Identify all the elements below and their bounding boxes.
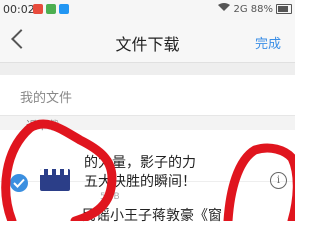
download-title-next: 民谣小王子蒋敦豪《窗 xyxy=(82,208,222,224)
notification-icon xyxy=(33,4,43,14)
download-title-line2: 五大决胜的瞬间！ xyxy=(84,174,196,190)
info-icon[interactable]: i xyxy=(270,172,287,189)
wifi-icon xyxy=(218,3,231,15)
status-app-icons xyxy=(33,4,69,14)
app-icon xyxy=(46,4,56,14)
status-time: 00:02 xyxy=(3,3,35,16)
section-gap xyxy=(0,63,295,75)
status-bar: 00:02 2G 88% xyxy=(0,0,295,20)
download-size: 5MB xyxy=(100,192,120,202)
status-right: 2G 88% xyxy=(218,3,292,15)
status-signal-text: 2G 88% xyxy=(233,3,273,15)
download-title-line1: 的力量，影子的力 xyxy=(84,155,196,171)
app-icon-2 xyxy=(59,4,69,14)
my-files-label: 我的文件 xyxy=(20,91,73,106)
download-title: 的力量，影子的力 五大决胜的瞬间！ xyxy=(84,154,274,192)
battery-icon xyxy=(276,4,292,14)
checkbox-checked-icon[interactable] xyxy=(10,174,28,192)
nav-bar: 文件下载 完成 xyxy=(0,20,295,63)
page-title: 文件下载 xyxy=(115,35,180,54)
clapperboard-stripe xyxy=(40,169,70,175)
recent-downloads-header: 近下载 xyxy=(0,116,295,132)
done-button[interactable]: 完成 xyxy=(255,33,281,52)
my-files-item[interactable]: 我的文件 xyxy=(0,75,295,116)
video-file-icon xyxy=(40,169,70,191)
